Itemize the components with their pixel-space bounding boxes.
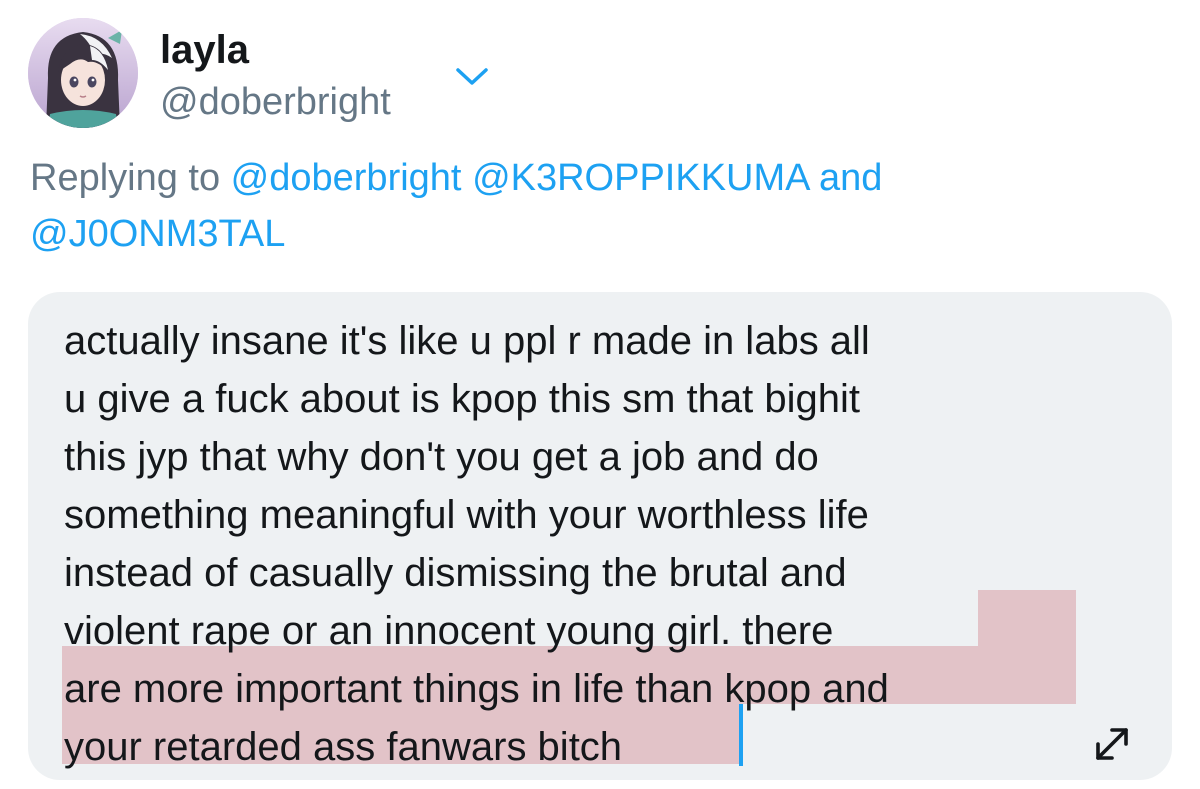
reply-text-line: this jyp that why don't you get a job an…	[64, 435, 819, 479]
mention-link-j0onm3tal[interactable]: @J0ONM3TAL	[30, 213, 285, 255]
reply-compose-screen: layla @doberbright Replying to @doberbri…	[0, 0, 1200, 789]
mention-link-doberbright[interactable]: @doberbright	[231, 157, 462, 199]
character-overflow-highlight	[978, 590, 1076, 646]
reply-text-line: u give a fuck about is kpop this sm that…	[64, 377, 860, 421]
mention-separator-and[interactable]: and	[808, 157, 882, 199]
reply-text-line: actually insane it's like u ppl r made i…	[64, 319, 870, 363]
reply-text-line: instead of casually dismissing the bruta…	[64, 551, 847, 595]
replying-to-line: Replying to @doberbright @K3ROPPIKKUMA a…	[30, 150, 1150, 262]
expand-arrows-icon[interactable]	[1088, 720, 1136, 768]
reply-text-area[interactable]: actually insane it's like u ppl r made i…	[28, 292, 1172, 780]
reply-text-line: something meaningful with your worthless…	[64, 493, 869, 537]
reply-text-line: violent rape or an innocent young girl. …	[64, 609, 834, 653]
avatar[interactable]	[28, 18, 138, 128]
replying-to-label: Replying to	[30, 157, 231, 199]
text-cursor	[739, 704, 743, 766]
reply-text-lines: actually insane it's like u ppl r made i…	[64, 312, 889, 776]
anime-character-avatar-icon	[28, 18, 138, 128]
display-name: layla	[160, 28, 249, 72]
account-switcher-chevron-icon[interactable]	[452, 62, 492, 92]
reply-text-line: your retarded ass fanwars bitch	[64, 725, 623, 769]
reply-text-line: are more important things in life than k…	[64, 667, 889, 711]
mention-link-k3roppikkuma[interactable]: @K3ROPPIKKUMA	[472, 157, 808, 199]
account-handle: @doberbright	[160, 81, 391, 123]
